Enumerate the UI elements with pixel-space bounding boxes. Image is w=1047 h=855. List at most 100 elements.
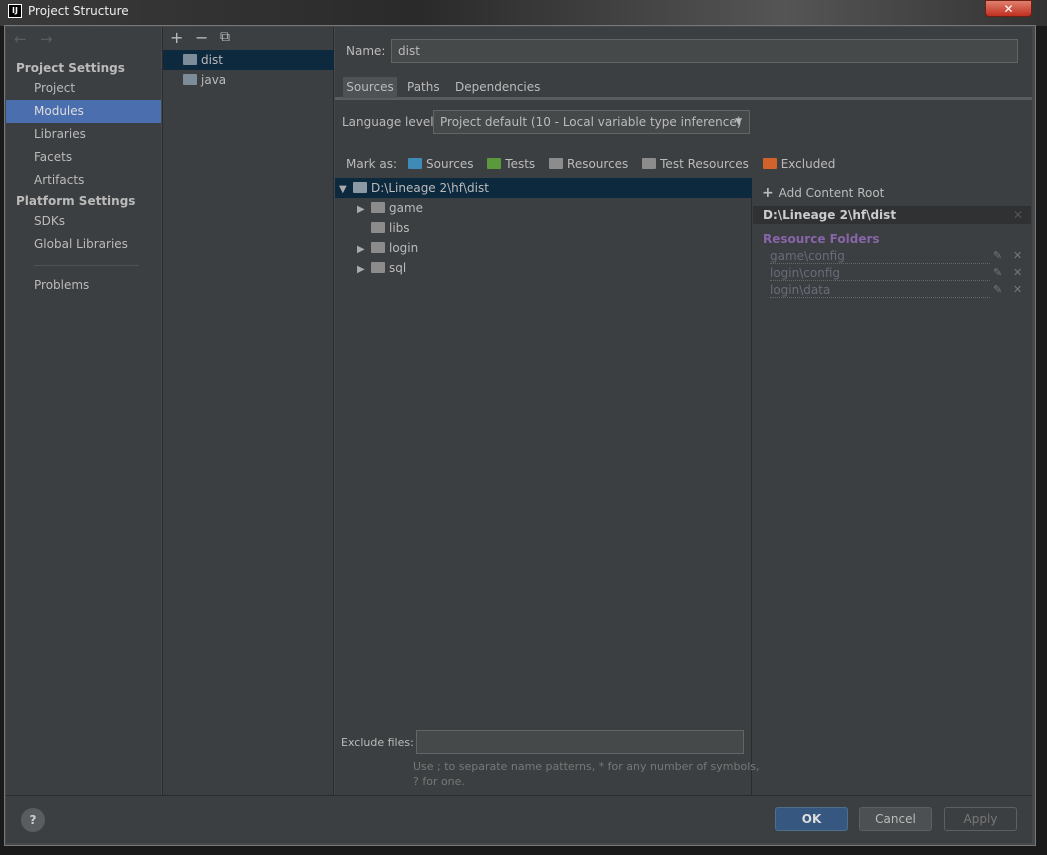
module-editor: Name: Sources Paths Dependencies Languag… [335, 27, 1032, 795]
tree-node-sql[interactable]: ▶ sql [335, 258, 752, 278]
mark-tests-button[interactable]: Tests [487, 157, 535, 171]
folder-icon [371, 242, 385, 253]
tab-sources[interactable]: Sources [343, 77, 397, 98]
cancel-button[interactable]: Cancel [859, 807, 932, 831]
project-settings-header: Project Settings [16, 61, 125, 75]
remove-root-icon[interactable]: ✕ [1013, 206, 1023, 224]
folder-icon [371, 222, 385, 233]
name-input[interactable] [391, 39, 1018, 63]
resources-folder-icon [549, 158, 564, 169]
exclude-files-input[interactable] [416, 730, 744, 754]
tree-label: D:\Lineage 2\hf\dist [371, 181, 489, 195]
exclude-hint-2: ? for one. [413, 775, 465, 788]
module-label: dist [201, 53, 223, 67]
remove-icon[interactable]: − [195, 28, 208, 47]
mark-label: Tests [505, 157, 536, 171]
resource-folder-item[interactable]: game\config [770, 249, 990, 264]
tab-dependencies[interactable]: Dependencies [449, 77, 546, 98]
intellij-logo-icon: IJ [8, 4, 22, 18]
mark-label: Test Resources [660, 157, 749, 171]
forward-arrow-icon[interactable]: → [40, 30, 53, 48]
add-icon[interactable]: + [170, 28, 183, 47]
sidebar-item-facets[interactable]: Facets [6, 146, 161, 169]
exclude-hint: Use ; to separate name patterns, * for a… [413, 760, 760, 773]
sources-folder-icon [408, 158, 422, 169]
edit-pencil-icon[interactable]: ✎ [993, 249, 1002, 262]
tree-node-libs[interactable]: libs [335, 218, 752, 238]
sidebar-item-project[interactable]: Project [6, 77, 161, 100]
help-button[interactable]: ? [21, 808, 45, 832]
folder-icon [353, 182, 367, 193]
language-level-label: Language level: [342, 115, 438, 129]
module-folder-icon [183, 74, 197, 85]
name-label: Name: [346, 44, 386, 58]
edit-pencil-icon[interactable]: ✎ [993, 266, 1002, 279]
module-item-java[interactable]: java [163, 70, 334, 90]
mark-sources-button[interactable]: Sources [408, 157, 473, 171]
dialog-footer: ? OK Cancel Apply [6, 795, 1032, 843]
tree-node-game[interactable]: ▶ game [335, 198, 752, 218]
expanded-triangle-icon[interactable]: ▼ [339, 180, 353, 200]
mark-as-buttons: Sources Tests Resources Test Resources E… [408, 157, 835, 171]
exclude-files-label: Exclude files: [341, 736, 414, 749]
collapsed-triangle-icon[interactable]: ▶ [357, 200, 371, 220]
mark-test-resources-button[interactable]: Test Resources [642, 157, 749, 171]
remove-icon[interactable]: ✕ [1013, 249, 1022, 262]
tree-label: login [389, 241, 419, 255]
resource-folders-header: Resource Folders [763, 232, 880, 246]
tree-label: sql [389, 261, 407, 275]
remove-icon[interactable]: ✕ [1013, 283, 1022, 296]
remove-icon[interactable]: ✕ [1013, 266, 1022, 279]
sidebar-item-libraries[interactable]: Libraries [6, 123, 161, 146]
sidebar-item-sdks[interactable]: SDKs [6, 210, 161, 233]
mark-excluded-button[interactable]: Excluded [762, 157, 836, 171]
chevron-down-icon: ▼ [735, 117, 742, 127]
divider [34, 265, 139, 266]
folder-icon [371, 262, 385, 273]
content-root-header: D:\Lineage 2\hf\dist ✕ [753, 206, 1031, 224]
resource-folder-item[interactable]: login\config [770, 266, 990, 281]
sidebar-item-artifacts[interactable]: Artifacts [6, 169, 161, 192]
mark-label: Resources [567, 157, 629, 171]
copy-icon[interactable]: ⧉ [220, 29, 230, 45]
folder-icon [371, 202, 385, 213]
sidebar-item-modules[interactable]: Modules [6, 100, 161, 123]
apply-button[interactable]: Apply [944, 807, 1017, 831]
language-level-dropdown[interactable]: Project default (10 - Local variable typ… [433, 110, 750, 134]
source-tree: ▼ D:\Lineage 2\hf\dist ▶ game libs ▶ login … [335, 178, 760, 795]
tests-folder-icon [487, 158, 502, 169]
tree-root[interactable]: ▼ D:\Lineage 2\hf\dist [335, 178, 752, 198]
sidebar-item-problems[interactable]: Problems [6, 274, 161, 297]
sidebar: ← → Project Settings Project Modules Lib… [6, 27, 161, 795]
add-content-root-button[interactable]: + Add Content Root [762, 185, 884, 201]
close-button[interactable]: ✕ [985, 0, 1032, 17]
sidebar-item-global-libraries[interactable]: Global Libraries [6, 233, 161, 256]
tab-paths[interactable]: Paths [401, 77, 446, 98]
title-bar: IJ Project Structure ✕ [0, 0, 1047, 26]
excluded-folder-icon [762, 158, 777, 169]
collapsed-triangle-icon[interactable]: ▶ [357, 260, 371, 280]
tree-label: libs [389, 221, 410, 235]
module-item-dist[interactable]: dist [163, 50, 334, 70]
mark-label: Excluded [780, 157, 836, 171]
window-title: Project Structure [28, 4, 129, 18]
resource-folder-item[interactable]: login\data [770, 283, 990, 298]
module-list: + − ⧉ dist java [162, 27, 334, 795]
content-root-path: D:\Lineage 2\hf\dist [763, 208, 897, 222]
tree-node-login[interactable]: ▶ login [335, 238, 752, 258]
mark-label: Sources [426, 157, 474, 171]
mark-as-label: Mark as: [346, 157, 398, 171]
edit-pencil-icon[interactable]: ✎ [993, 283, 1002, 296]
tree-label: game [389, 201, 424, 215]
test-resources-folder-icon [642, 158, 657, 169]
module-label: java [201, 73, 227, 87]
add-content-root-label: Add Content Root [778, 186, 885, 200]
plus-icon: + [762, 185, 779, 201]
collapsed-triangle-icon[interactable]: ▶ [357, 240, 371, 260]
ok-button[interactable]: OK [775, 807, 848, 831]
mark-resources-button[interactable]: Resources [549, 157, 628, 171]
module-folder-icon [183, 54, 197, 65]
back-arrow-icon[interactable]: ← [14, 30, 27, 48]
platform-settings-header: Platform Settings [16, 194, 136, 208]
language-level-value: Project default (10 - Local variable typ… [440, 115, 742, 129]
